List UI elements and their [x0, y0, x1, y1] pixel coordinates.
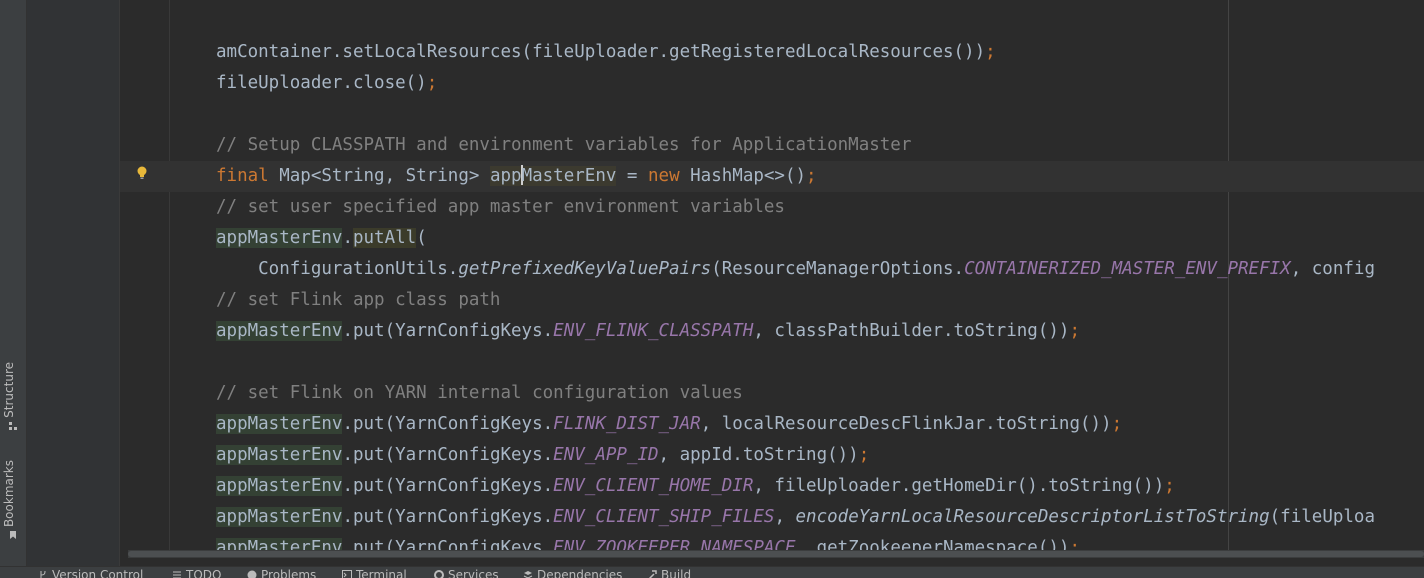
semicolon: ; — [1069, 538, 1080, 550]
tool-window-bar: Version Control TODO Problems Terminal S… — [0, 566, 1424, 578]
code-line: 990 appMasterEnv.putAll( — [120, 223, 1424, 254]
code-text: (fileUploa — [1270, 507, 1375, 527]
code-text: , classPathBuilder.toString()) — [753, 321, 1069, 341]
static-field: CONTAINERIZED_MASTER_ENV_PREFIX — [964, 259, 1291, 279]
variable-usage: appMasterEnv — [216, 228, 342, 248]
code-comment: // set Flink on YARN internal configurat… — [216, 383, 743, 403]
structure-tab[interactable]: Structure — [2, 362, 24, 431]
code-comment: // Setup CLASSPATH and environment varia… — [216, 135, 911, 155]
bookmarks-tab[interactable]: Bookmarks — [2, 460, 24, 540]
semicolon: ; — [427, 73, 438, 93]
horizontal-scrollbar[interactable] — [128, 550, 1424, 558]
semicolon: ; — [1069, 321, 1080, 341]
code-text: put(YarnConfigKeys. — [353, 538, 553, 550]
code-text: . — [342, 445, 353, 465]
code-line: 991 ConfigurationUtils.getPrefixedKeyVal… — [120, 254, 1424, 285]
keyword-final: final — [216, 166, 269, 186]
code-line: 995 // set Flink on YARN internal config… — [120, 378, 1424, 409]
code-text: . — [342, 507, 353, 527]
static-field: ENV_FLINK_CLASSPATH — [553, 321, 753, 341]
code-text: put(YarnConfigKeys. — [353, 476, 553, 496]
variable-usage: appMasterEnv — [216, 414, 342, 434]
variable-usage: appMasterEnv — [216, 476, 342, 496]
code-line: 987 // Setup CLASSPATH and environment v… — [120, 130, 1424, 161]
semicolon: ; — [1112, 414, 1123, 434]
static-field: ENV_CLIENT_SHIP_FILES — [553, 507, 774, 527]
code-line: 983 — [120, 6, 1424, 37]
code-line: 997 appMasterEnv.put(YarnConfigKeys.ENV_… — [120, 440, 1424, 471]
code-line: 999 appMasterEnv.put(YarnConfigKeys.ENV_… — [120, 502, 1424, 533]
code-line: 985 fileUploader.close(); — [120, 68, 1424, 99]
code-comment: // set Flink app class path — [216, 290, 500, 310]
variable-highlight: appMasterEnv — [490, 166, 616, 186]
code-line: 993 appMasterEnv.put(YarnConfigKeys.ENV_… — [120, 316, 1424, 347]
code-text: amContainer.setLocalResources(fileUpload… — [216, 42, 985, 62]
code-text: . — [342, 538, 353, 550]
code-text: put(YarnConfigKeys. — [353, 445, 553, 465]
structure-icon — [8, 421, 18, 431]
code-comment: // set user specified app master environ… — [216, 197, 785, 217]
code-text: . — [342, 476, 353, 496]
static-field: ENV_ZOOKEEPER_NAMESPACE — [553, 538, 795, 550]
code-line: 986 — [120, 99, 1424, 130]
line-number-gutter — [27, 0, 119, 566]
scrollbar-thumb[interactable] — [128, 551, 1424, 557]
semicolon: ; — [859, 445, 870, 465]
code-text: , appId.toString()) — [659, 445, 859, 465]
code-text: = — [616, 166, 648, 186]
static-method: getPrefixedKeyValuePairs — [458, 259, 711, 279]
code-text: (ResourceManagerOptions. — [711, 259, 964, 279]
code-text: ( — [416, 228, 427, 248]
variable-usage: appMasterEnv — [216, 321, 342, 341]
code-text: . — [342, 228, 353, 248]
code-editor[interactable]: 983 984 amContainer.setLocalResources(fi… — [120, 0, 1424, 550]
structure-label: Structure — [2, 362, 16, 418]
bookmark-icon — [8, 530, 18, 540]
semicolon: ; — [985, 42, 996, 62]
code-text: , config — [1291, 259, 1375, 279]
code-text: app — [490, 166, 522, 186]
code-text: ConfigurationUtils. — [216, 259, 458, 279]
code-text: put(YarnConfigKeys. — [353, 414, 553, 434]
current-code-line: 988 final Map<String, String> appMasterE… — [120, 161, 1424, 192]
code-line: 984 amContainer.setLocalResources(fileUp… — [120, 37, 1424, 68]
variable-usage: appMasterEnv — [216, 445, 342, 465]
code-text: fileUploader.close() — [216, 73, 427, 93]
code-text: MasterEnv — [522, 166, 617, 186]
static-field: FLINK_DIST_JAR — [553, 414, 701, 434]
bookmarks-label: Bookmarks — [2, 460, 16, 527]
variable-usage: appMasterEnv — [216, 538, 342, 550]
code-text: put(YarnConfigKeys. — [353, 321, 553, 341]
code-text: Map<String, String> — [269, 166, 490, 186]
left-tool-strip: Structure Bookmarks — [0, 0, 27, 566]
method-highlight: putAll — [353, 228, 416, 248]
code-text: put(YarnConfigKeys. — [353, 507, 553, 527]
static-method: encodeYarnLocalResourceDescriptorListToS… — [796, 507, 1270, 527]
variable-usage: appMasterEnv — [216, 507, 342, 527]
semicolon: ; — [806, 166, 817, 186]
code-line: 994 — [120, 347, 1424, 378]
static-field: ENV_APP_ID — [553, 445, 658, 465]
code-text: , localResourceDescFlinkJar.toString()) — [701, 414, 1112, 434]
code-line: 1000 appMasterEnv.put(YarnConfigKeys.ENV… — [120, 533, 1424, 550]
code-text: . — [342, 414, 353, 434]
code-text: HashMap<>() — [680, 166, 806, 186]
code-text: , fileUploader.getHomeDir().toString()) — [753, 476, 1164, 496]
code-text: . — [342, 321, 353, 341]
code-line: 998 appMasterEnv.put(YarnConfigKeys.ENV_… — [120, 471, 1424, 502]
code-line: 996 appMasterEnv.put(YarnConfigKeys.FLIN… — [120, 409, 1424, 440]
keyword-new: new — [648, 166, 680, 186]
lightbulb-icon[interactable] — [136, 166, 148, 180]
code-text: , getZookeeperNamespace()) — [796, 538, 1070, 550]
static-field: ENV_CLIENT_HOME_DIR — [553, 476, 753, 496]
code-line: 992 // set Flink app class path — [120, 285, 1424, 316]
code-text: , — [774, 507, 795, 527]
semicolon: ; — [1164, 476, 1175, 496]
code-line: 989 // set user specified app master env… — [120, 192, 1424, 223]
